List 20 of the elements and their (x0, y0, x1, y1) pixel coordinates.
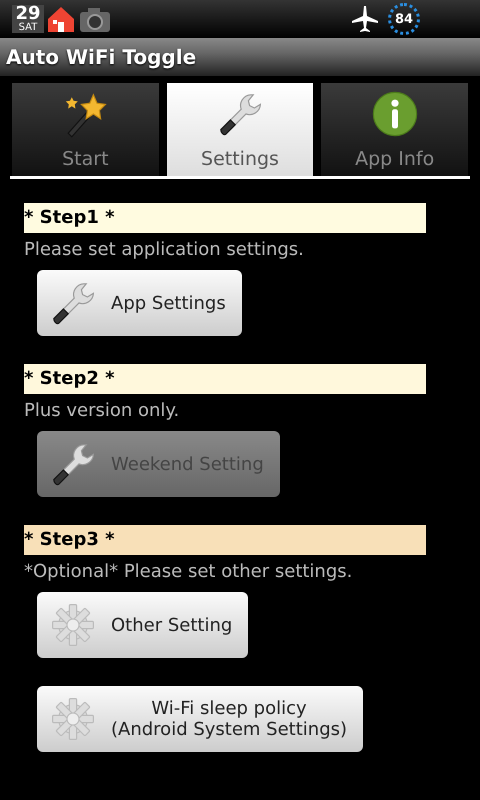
tab[interactable]: Settings (166, 83, 314, 176)
step-heading: * Step2 * (24, 364, 426, 394)
window-title: Auto WiFi Toggle (0, 38, 480, 76)
settings-button[interactable]: App Settings (37, 270, 242, 336)
calendar-icon: 29 SAT (12, 5, 44, 33)
settings-button[interactable]: Other Setting (37, 592, 248, 658)
battery-indicator: 84 (388, 3, 420, 35)
gear-icon (49, 695, 97, 743)
airplane-icon (350, 4, 380, 34)
step-heading: * Step3 * (24, 525, 426, 555)
home-icon (46, 4, 76, 34)
gear-icon (49, 601, 97, 649)
step-description: *Optional* Please set other settings. (24, 561, 352, 582)
info-icon (370, 90, 419, 138)
step-description: Plus version only. (24, 400, 180, 421)
step-heading: * Step1 * (24, 203, 426, 233)
tab[interactable]: Start (12, 83, 159, 176)
step-description: Please set application settings. (24, 239, 304, 260)
settings-button[interactable]: Wi-Fi sleep policy (Android System Settings) (37, 686, 364, 752)
tab[interactable]: App Info (321, 83, 468, 176)
